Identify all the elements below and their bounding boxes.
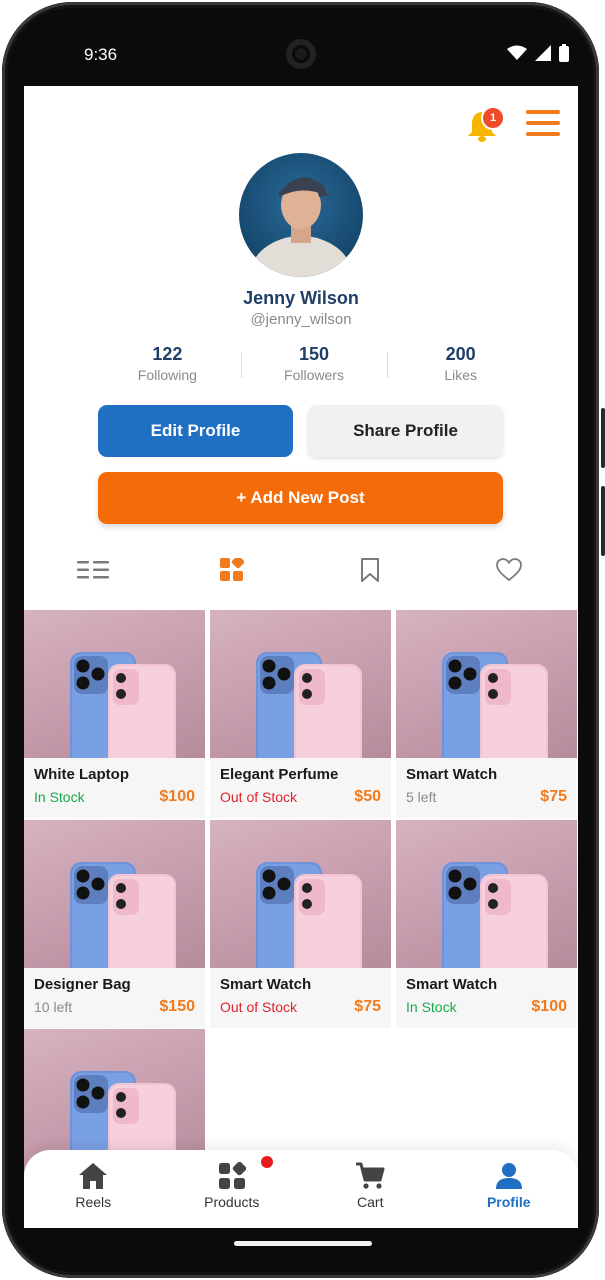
product-image [442, 652, 548, 758]
product-stock-status: In Stock [406, 999, 457, 1015]
nav-label: Products [204, 1194, 260, 1210]
home-indicator[interactable] [234, 1241, 372, 1246]
product-stock-status: 10 left [34, 999, 73, 1015]
product-stock-status: Out of Stock [220, 789, 298, 805]
product-card[interactable]: Smart Watch In Stock $100 [396, 820, 577, 1028]
share-profile-button[interactable]: Share Profile [308, 405, 503, 457]
stat-likes[interactable]: 200 Likes [387, 344, 534, 388]
stat-label: Following [137, 367, 197, 383]
product-stock-status: In Stock [34, 789, 85, 805]
product-image-container [24, 610, 205, 758]
list-icon [77, 561, 110, 579]
stat-value: 150 [298, 344, 330, 364]
product-image [70, 652, 176, 758]
product-stock-status: 5 left [406, 789, 437, 805]
stat-label: Likes [444, 367, 478, 383]
nav-label: Profile [486, 1194, 531, 1210]
stat-value: 122 [152, 344, 183, 364]
product-title: Smart Watch [220, 976, 312, 993]
heart-icon [495, 558, 522, 582]
profile-name: Jenny Wilson [243, 288, 359, 308]
cart-icon [356, 1162, 385, 1189]
nav-label: Cart [357, 1194, 384, 1210]
product-card[interactable]: Smart Watch Out of Stock $75 [210, 820, 391, 1028]
signal-icon [535, 45, 551, 61]
product-stock-status: Out of Stock [220, 999, 298, 1015]
avatar [239, 153, 363, 277]
product-price: $150 [159, 998, 195, 1015]
profile-stats: 122 Following 150 Followers 200 Likes [94, 344, 534, 388]
product-title: Designer Bag [34, 976, 131, 993]
product-title: White Laptop [34, 766, 129, 783]
wifi-icon [507, 45, 527, 60]
nav-reels[interactable]: Reels [24, 1150, 163, 1228]
product-image-container [396, 820, 577, 968]
tab-list-view[interactable] [24, 552, 163, 588]
product-card[interactable]: Smart Watch 5 left $75 [396, 610, 577, 818]
product-image-container [210, 610, 391, 758]
product-image-container [24, 820, 205, 968]
home-icon [79, 1163, 108, 1189]
add-new-post-button[interactable]: + Add New Post [98, 472, 503, 524]
product-card[interactable]: White Laptop In Stock $100 [24, 610, 205, 818]
stat-label: Followers [284, 367, 344, 383]
notification-badge: 1 [481, 106, 505, 130]
tab-grid-view[interactable] [163, 552, 302, 588]
tab-liked[interactable] [440, 552, 579, 588]
stat-value: 200 [445, 344, 476, 364]
product-card[interactable]: Designer Bag 10 left $150 [24, 820, 205, 1028]
notification-dot [260, 1156, 273, 1168]
nav-cart[interactable]: Cart [301, 1150, 440, 1228]
bookmark-icon [361, 558, 380, 582]
front-camera [286, 39, 316, 69]
product-price: $50 [354, 788, 381, 805]
battery-icon [559, 44, 569, 62]
stat-followers[interactable]: 150 Followers [240, 344, 388, 388]
app-screen: 1 Jenny Wilson @jenny_wilson 122 Followi… [24, 86, 578, 1228]
product-image [256, 652, 362, 758]
product-image-container [210, 820, 391, 968]
product-title: Smart Watch [406, 766, 498, 783]
nav-label: Reels [75, 1194, 112, 1210]
product-card[interactable]: Elegant Perfume Out of Stock $50 [210, 610, 391, 818]
nav-profile[interactable]: Profile [440, 1150, 579, 1228]
product-image [442, 862, 548, 968]
tab-saved[interactable] [301, 552, 440, 588]
avatar-portrait [249, 177, 353, 277]
user-icon [495, 1163, 522, 1189]
product-image-container [396, 610, 577, 758]
stat-following[interactable]: 122 Following [94, 344, 241, 388]
hamburger-menu-icon[interactable] [526, 110, 560, 138]
status-time: 9:36 [84, 45, 118, 64]
edit-profile-button[interactable]: Edit Profile [98, 405, 293, 457]
nav-products[interactable]: Products [163, 1150, 302, 1228]
product-price: $75 [540, 788, 567, 805]
product-title: Smart Watch [406, 976, 498, 993]
power-button [601, 486, 605, 556]
volume-button [601, 408, 605, 468]
products-icon [218, 1162, 246, 1189]
bottom-navigation: Reels Products Cart Profile [24, 1150, 578, 1228]
product-title: Elegant Perfume [220, 766, 339, 783]
product-price: $75 [354, 998, 381, 1015]
product-image [256, 862, 362, 968]
product-price: $100 [531, 998, 567, 1015]
view-tabs [24, 552, 578, 588]
product-price: $100 [159, 788, 195, 805]
product-image [70, 862, 176, 968]
status-icons [507, 44, 569, 62]
grid-icon [219, 558, 244, 581]
profile-handle: @jenny_wilson [250, 311, 352, 328]
